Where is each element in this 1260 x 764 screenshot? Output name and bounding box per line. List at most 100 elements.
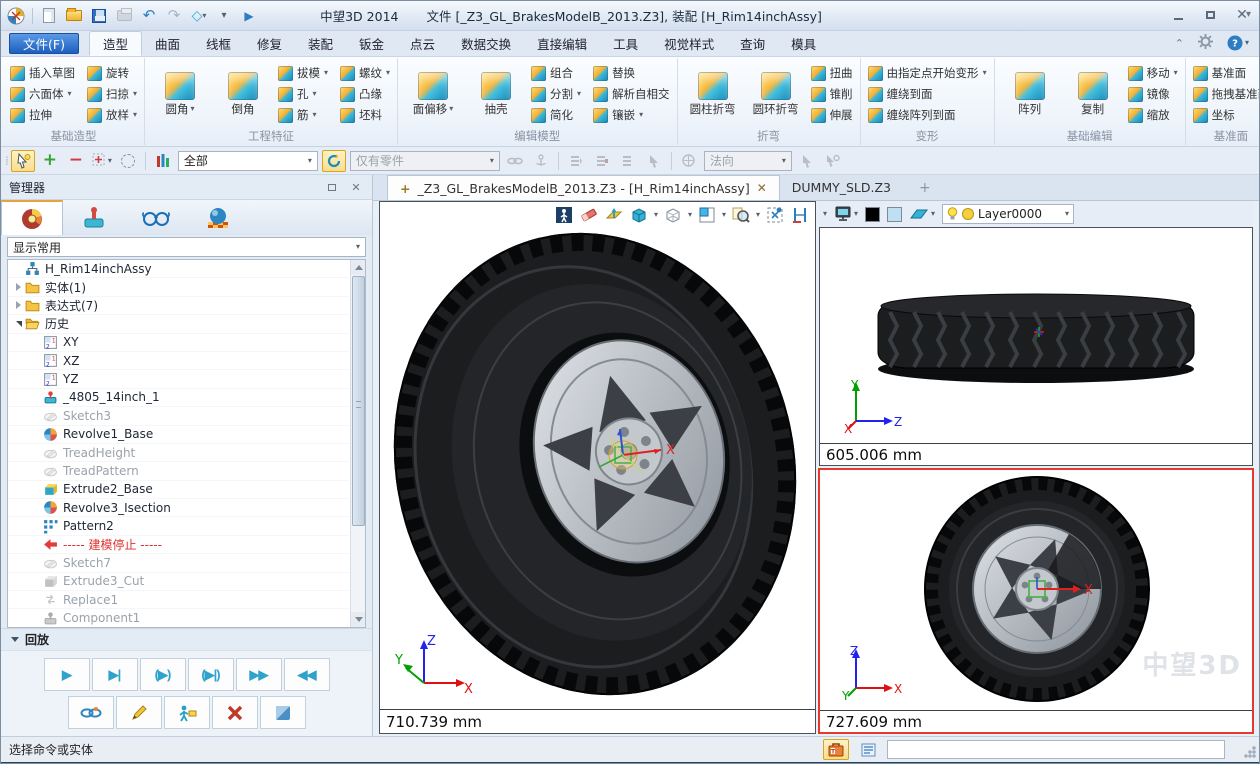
collapse-ribbon-icon[interactable]: ⌃ <box>1175 37 1184 50</box>
ribbon-tab-直接编辑[interactable]: 直接编辑 <box>524 31 600 56</box>
ribbon-button-抽壳[interactable]: 抽壳 <box>468 72 524 117</box>
ribbon-button-分割[interactable]: 分割▾ <box>531 84 581 105</box>
scroll-down-icon[interactable] <box>351 612 366 627</box>
dropdown-arrow-icon[interactable]: ▾ <box>324 69 328 77</box>
panel-restore-icon[interactable] <box>324 180 340 194</box>
dropdown-arrow-icon[interactable]: ▾ <box>386 69 390 77</box>
dropdown-arrow-icon[interactable]: ▾ <box>133 111 137 119</box>
dropdown-arrow-icon[interactable]: ▾ <box>983 69 987 77</box>
dropdown-arrow-icon[interactable]: ▾ <box>639 111 643 119</box>
ribbon-button-拔模[interactable]: 拔模▾ <box>278 63 328 84</box>
help-icon[interactable]: ?▾ <box>1227 35 1249 51</box>
fast-forward-button[interactable]: ▶▶ <box>236 658 282 691</box>
document-tab[interactable]: +_Z3_GL_BrakesModelB_2013.Z3 - [H_Rim14i… <box>387 175 780 200</box>
delete-button[interactable] <box>212 696 258 729</box>
ribbon-button-移动[interactable]: 移动▾ <box>1128 63 1178 84</box>
app-logo-icon[interactable] <box>7 7 25 25</box>
align-plane-icon[interactable] <box>790 205 810 225</box>
tab-list-chevron-icon[interactable]: ▾ <box>1246 9 1251 20</box>
highlight-color-swatch[interactable] <box>887 207 902 222</box>
ribbon-button-缠绕阵列到面[interactable]: 缠绕阵列到面 <box>868 105 987 126</box>
lasso-select-icon[interactable] <box>117 150 139 172</box>
ribbon-button-缠绕到面[interactable]: 缠绕到面 <box>868 84 987 105</box>
tree-item-Revolve1_Base[interactable]: Revolve1_Base <box>8 426 349 444</box>
ribbon-tab-修复[interactable]: 修复 <box>244 31 295 56</box>
tree-item-H_Rim14inchAssy[interactable]: H_Rim14inchAssy <box>8 260 349 278</box>
ribbon-tab-曲面[interactable]: 曲面 <box>142 31 193 56</box>
ribbon-button-简化[interactable]: 简化 <box>531 105 581 126</box>
edit-button[interactable] <box>116 696 162 729</box>
ribbon-button-扫掠[interactable]: 扫掠▾ <box>87 84 137 105</box>
pick-arrow-icon-2[interactable] <box>796 150 818 172</box>
rewind-button[interactable]: ◀◀ <box>284 658 330 691</box>
minimize-button[interactable] <box>1165 6 1191 24</box>
undo-button[interactable]: ↶ <box>140 7 158 25</box>
ribbon-tab-查询[interactable]: 查询 <box>727 31 778 56</box>
ribbon-button-圆角[interactable]: 圆角▾ <box>152 72 208 117</box>
visibility-manager-tab[interactable] <box>125 200 187 235</box>
command-list-icon[interactable] <box>855 739 881 760</box>
dropdown-arrow-icon[interactable]: ▾ <box>191 105 195 113</box>
command-input[interactable] <box>887 740 1225 759</box>
play-span-button[interactable]: (▶) <box>140 658 186 691</box>
ribbon-button-六面体[interactable]: 六面体▾ <box>10 84 75 105</box>
wireframe-display-icon[interactable] <box>663 205 683 225</box>
erase-icon[interactable] <box>579 205 599 225</box>
ribbon-button-由指定点开始变形[interactable]: 由指定点开始变形▾ <box>868 63 987 84</box>
tree-item-历史[interactable]: 历史 <box>8 315 349 333</box>
ribbon-tab-线框[interactable]: 线框 <box>193 31 244 56</box>
zoom-icon[interactable] <box>731 205 751 225</box>
selection-box-icon[interactable]: ▾ <box>91 150 113 172</box>
filter-stack-icon-3[interactable] <box>617 150 639 172</box>
new-tab-icon[interactable]: + <box>919 180 931 200</box>
ribbon-button-旋转[interactable]: 旋转 <box>87 63 137 84</box>
panel-close-icon[interactable]: ✕ <box>348 180 364 194</box>
ribbon-tab-模具[interactable]: 模具 <box>778 31 829 56</box>
add-to-selection-icon[interactable]: + <box>39 150 61 172</box>
ribbon-button-复制[interactable]: 复制 <box>1065 72 1121 117</box>
tab-close-icon[interactable]: ✕ <box>757 181 767 195</box>
play-button[interactable]: ▶ <box>44 658 90 691</box>
dropdown-arrow-icon[interactable]: ▾ <box>68 90 72 98</box>
play-span-pause-button[interactable]: (▶|) <box>188 658 234 691</box>
maximize-button[interactable] <box>1197 6 1223 24</box>
ribbon-button-组合[interactable]: 组合 <box>531 63 581 84</box>
close-button[interactable]: ✕ <box>1229 6 1255 24</box>
ribbon-button-面偏移[interactable]: 面偏移▾ <box>405 72 461 117</box>
stop-button[interactable] <box>260 696 306 729</box>
print-button[interactable] <box>115 7 133 25</box>
regen-icon[interactable] <box>322 150 346 172</box>
pick-gear-icon[interactable] <box>822 150 844 172</box>
tree-item-XY[interactable]: 12XY <box>8 334 349 352</box>
dropdown-arrow-icon[interactable]: ▾ <box>1174 69 1178 77</box>
ribbon-tab-点云[interactable]: 点云 <box>397 31 448 56</box>
ribbon-tab-数据交换[interactable]: 数据交换 <box>448 31 524 56</box>
tree-item------ 建模停止 -----[interactable]: ----- 建模停止 ----- <box>8 536 349 554</box>
normal-select[interactable]: 法向▾ <box>704 151 792 171</box>
new-file-button[interactable] <box>40 7 58 25</box>
ribbon-tab-造型[interactable]: 造型 <box>89 31 142 56</box>
assembly-manager-tab[interactable] <box>63 200 125 235</box>
filter-scope-select[interactable]: 全部▾ <box>178 151 318 171</box>
face-display-icon[interactable]: ▾ <box>909 207 935 221</box>
front-view-viewport[interactable]: X 中望3D Z X Y 727.609 mm <box>818 468 1254 734</box>
ribbon-button-插入草图[interactable]: 插入草图 <box>10 63 75 84</box>
dropdown-arrow-icon[interactable]: ▾ <box>449 105 453 113</box>
ribbon-tab-工具[interactable]: 工具 <box>600 31 651 56</box>
tree-item-Component1[interactable]: Component1 <box>8 609 349 627</box>
file-menu-button[interactable]: 文件(F) <box>9 33 79 54</box>
ribbon-button-缩放[interactable]: 缩放 <box>1128 105 1178 126</box>
step-to-end-button[interactable]: ▶| <box>92 658 138 691</box>
tree-item-Sketch3[interactable]: Sketch3 <box>8 407 349 425</box>
ribbon-button-螺纹[interactable]: 螺纹▾ <box>340 63 390 84</box>
filter-stack-icon-2[interactable] <box>591 150 613 172</box>
tree-item-Revolve3_Isection[interactable]: Revolve3_Isection <box>8 499 349 517</box>
dropdown-arrow-icon[interactable]: ▾ <box>313 90 317 98</box>
ribbon-tab-钣金[interactable]: 钣金 <box>346 31 397 56</box>
tree-item-Pattern2[interactable]: Pattern2 <box>8 517 349 535</box>
tree-scrollbar[interactable] <box>350 260 365 627</box>
toolbar-drag-handle[interactable]: ⁞ <box>5 154 7 168</box>
dropdown-arrow-icon[interactable]: ▾ <box>577 90 581 98</box>
ribbon-button-锥削[interactable]: 锥削 <box>811 84 853 105</box>
tree-item-Sketch7[interactable]: Sketch7 <box>8 554 349 572</box>
